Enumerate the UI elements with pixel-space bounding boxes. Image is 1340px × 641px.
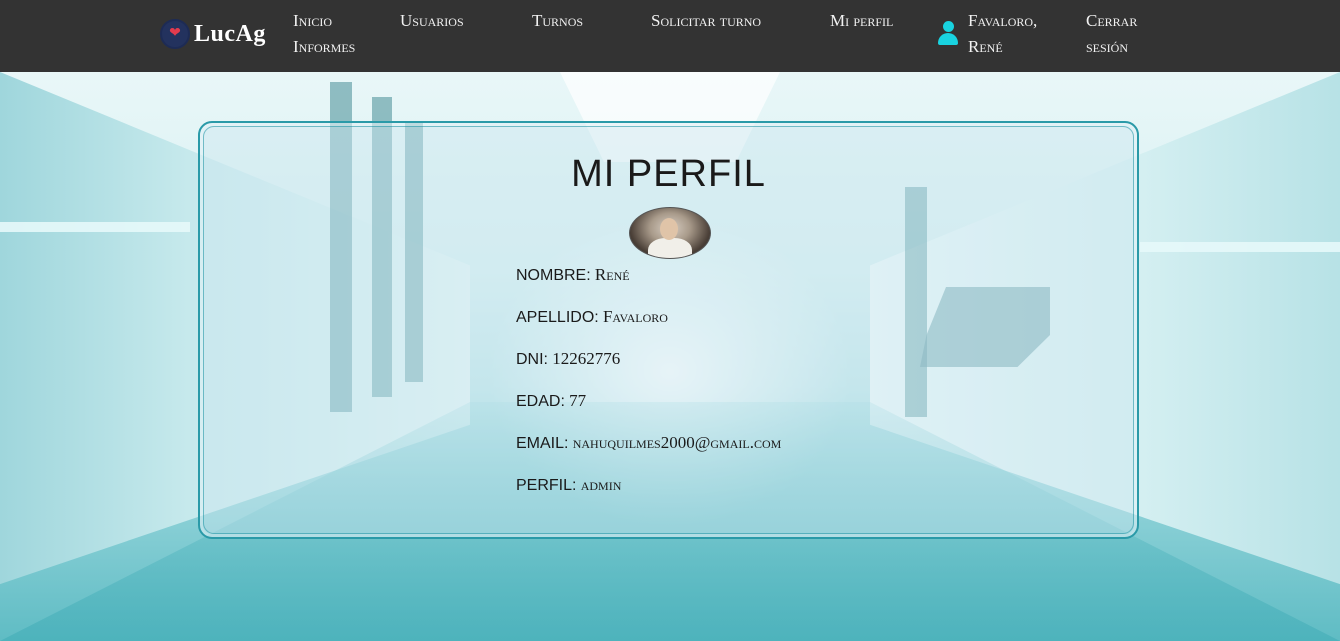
current-user-name: Favaloro, René bbox=[968, 8, 1037, 60]
field-value: nahuquilmes2000@gmail.com bbox=[572, 433, 782, 452]
field-value: René bbox=[594, 265, 630, 284]
profile-field-apellido: APELLIDO: Favaloro bbox=[516, 306, 668, 329]
nav-link-inicio[interactable]: Inicio bbox=[293, 8, 332, 34]
nav-link-mi-perfil[interactable]: Mi perfil bbox=[830, 8, 893, 34]
field-label: NOMBRE: bbox=[516, 267, 591, 284]
page-title: MI PERFIL bbox=[571, 153, 766, 195]
avatar bbox=[629, 207, 711, 259]
field-label: DNI: bbox=[516, 351, 548, 368]
profile-field-edad: EDAD: 77 bbox=[516, 390, 586, 413]
heart-hand-logo-icon: ❤ bbox=[160, 19, 190, 49]
nav-link-solicitar-turno[interactable]: Solicitar turno bbox=[651, 8, 761, 34]
profile-field-dni: DNI: 12262776 bbox=[516, 348, 620, 371]
field-value: 12262776 bbox=[552, 349, 621, 368]
field-value: 77 bbox=[569, 391, 587, 410]
logout-label-line-2: sesión bbox=[1086, 37, 1129, 56]
field-label: EMAIL: bbox=[516, 435, 569, 452]
wall-handrail bbox=[0, 222, 190, 232]
logout-button[interactable]: Cerrar sesión bbox=[1086, 8, 1137, 60]
brand-name: LucAg bbox=[194, 20, 266, 47]
field-label: PERFIL: bbox=[516, 477, 577, 494]
profile-field-email: EMAIL: nahuquilmes2000@gmail.com bbox=[516, 432, 781, 455]
top-navbar: ❤ LucAg Inicio Informes Usuarios Turnos … bbox=[0, 0, 1340, 72]
field-value: Favaloro bbox=[602, 307, 668, 326]
logout-label-line-1: Cerrar bbox=[1086, 11, 1138, 30]
user-name-line-2: René bbox=[968, 37, 1003, 56]
field-label: EDAD: bbox=[516, 393, 565, 410]
nav-link-turnos[interactable]: Turnos bbox=[532, 8, 583, 34]
nav-link-usuarios[interactable]: Usuarios bbox=[400, 8, 464, 34]
user-icon bbox=[938, 21, 958, 47]
current-user-link[interactable]: Favaloro, René bbox=[938, 8, 1037, 60]
field-value: admin bbox=[580, 475, 622, 494]
profile-field-nombre: NOMBRE: René bbox=[516, 264, 630, 287]
user-name-line-1: Favaloro, bbox=[968, 11, 1038, 30]
brand-logo-link[interactable]: ❤ LucAg bbox=[160, 16, 266, 52]
profile-field-perfil: PERFIL: admin bbox=[516, 474, 621, 497]
nav-link-informes[interactable]: Informes bbox=[293, 34, 355, 60]
profile-card: MI PERFIL NOMBRE: René APELLIDO: Favalor… bbox=[198, 121, 1139, 539]
field-label: APELLIDO: bbox=[516, 309, 599, 326]
wall-handrail bbox=[1140, 242, 1340, 252]
